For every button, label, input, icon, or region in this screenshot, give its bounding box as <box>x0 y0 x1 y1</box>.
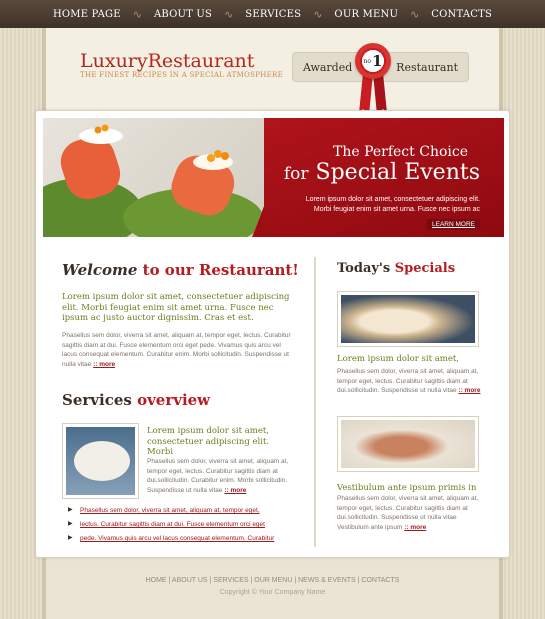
welcome-heading: Welcome to our Restaurant! <box>62 261 299 279</box>
ribbon-tails-icon <box>359 73 387 115</box>
award-number: 1 <box>372 52 383 70</box>
welcome-title-red: to our Restaurant! <box>142 261 299 279</box>
hero-banner: The Perfect Choice for Special Events Lo… <box>43 118 504 237</box>
logo-tagline: THE FINEST RECIPES IN A SPECIAL ATMOSPHE… <box>80 71 284 79</box>
services-overview-red: overview <box>137 391 211 409</box>
footer-link-news-events[interactable]: NEWS & EVENTS <box>298 577 356 584</box>
banner-description: Lorem ipsum dolor sit amet, consectetuer… <box>305 196 480 213</box>
footer-link-about-us[interactable]: ABOUT US <box>172 577 208 584</box>
banner-for: for <box>283 164 309 184</box>
special-title-1: Lorem ipsum dolor sit amet, <box>337 354 460 364</box>
services-list-item[interactable]: lectus. Curabitur sagittis diam at dui. … <box>66 520 306 529</box>
special-title-2: Vestibulum ante ipsum primis in <box>337 483 477 493</box>
award-ribbon-icon: no 1 <box>355 43 391 79</box>
banner-food-image <box>43 118 298 237</box>
specials-red: Specials <box>394 261 456 276</box>
top-navigation: HOME PAGE ∿ ABOUT US ∿ SERVICES ∿ OUR ME… <box>0 0 545 28</box>
services-list-item[interactable]: Phasellus sem dolor, viverra sit amet, a… <box>66 506 306 515</box>
logo-word-luxury: Luxury <box>80 50 148 72</box>
nav-contacts[interactable]: CONTACTS <box>431 9 492 20</box>
services-body-text: Phasellus sem dolor, viverra sit amet, a… <box>147 457 297 495</box>
services-lead-text: Lorem ipsum dolor sit amet, consectetuer… <box>147 426 270 457</box>
special-more-link-1[interactable]: :: more <box>458 387 480 394</box>
services-body: Phasellus sem dolor, viverra sit amet, a… <box>147 458 289 494</box>
services-list: Phasellus sem dolor, viverra sit amet, a… <box>66 506 306 548</box>
special-image-2[interactable] <box>337 416 479 472</box>
services-more-link[interactable]: :: more <box>224 487 246 494</box>
welcome-word: Welcome <box>62 261 138 279</box>
welcome-more-link[interactable]: :: more <box>93 361 115 368</box>
column-divider <box>314 257 316 547</box>
footer-link-contacts[interactable]: CONTACTS <box>361 577 399 584</box>
nav-separator-icon: ∿ <box>410 8 420 21</box>
nav-separator-icon: ∿ <box>224 8 234 21</box>
banner-special-events: Special Events <box>315 160 480 185</box>
services-heading: Services overview <box>62 391 210 409</box>
nav-our-menu[interactable]: OUR MENU <box>334 9 398 20</box>
special-image-1[interactable] <box>337 291 479 347</box>
banner-headline: The Perfect Choice <box>332 144 468 160</box>
footer-link-our-menu[interactable]: OUR MENU <box>254 577 292 584</box>
nav-about-us[interactable]: ABOUT US <box>154 9 212 20</box>
specials-heading: Today's Specials <box>337 261 455 276</box>
special-more-link-2[interactable]: :: more <box>404 524 426 531</box>
award-badge: Awarded no 1 Restaurant <box>292 43 469 115</box>
learn-more-button[interactable]: LEARN MORE <box>427 219 480 230</box>
nav-separator-icon: ∿ <box>132 8 142 21</box>
special-body-2: Phasellus sem dolor, viverra sit amet, a… <box>337 494 482 532</box>
site-logo[interactable]: LuxuryRestaurant <box>80 50 254 72</box>
footer-navigation: HOME | ABOUT US | SERVICES | OUR MENU | … <box>145 577 400 584</box>
welcome-lead-text: Lorem ipsum dolor sit amet, consectetuer… <box>62 292 290 323</box>
special-body-1: Phasellus sem dolor, viverra sit amet, a… <box>337 367 482 396</box>
award-label-left: Awarded <box>303 61 353 74</box>
welcome-body-text: Phasellus sem dolor, viverra sit amet, a… <box>62 331 297 369</box>
footer-link-services[interactable]: SERVICES <box>213 577 248 584</box>
main-content: The Perfect Choice for Special Events Lo… <box>35 110 510 558</box>
footer-link-home[interactable]: HOME <box>146 577 167 584</box>
logo-word-restaurant: Restaurant <box>147 50 255 72</box>
nav-separator-icon: ∿ <box>313 8 323 21</box>
banner-subheadline: for Special Events <box>284 160 480 185</box>
award-no: no <box>363 57 372 65</box>
award-label-right: Restaurant <box>396 61 458 74</box>
services-image <box>62 423 139 499</box>
nav-home[interactable]: HOME PAGE <box>53 9 121 20</box>
specials-word: Today's <box>337 261 391 276</box>
site-header: LuxuryRestaurant THE FINEST RECIPES IN A… <box>46 28 499 115</box>
copyright-text: Copyright © Your Company Name <box>219 589 326 596</box>
nav-services[interactable]: SERVICES <box>245 9 301 20</box>
services-word: Services <box>62 391 132 409</box>
services-list-item[interactable]: pede. Vivamus quis arcu vel lacus conseq… <box>66 534 306 543</box>
